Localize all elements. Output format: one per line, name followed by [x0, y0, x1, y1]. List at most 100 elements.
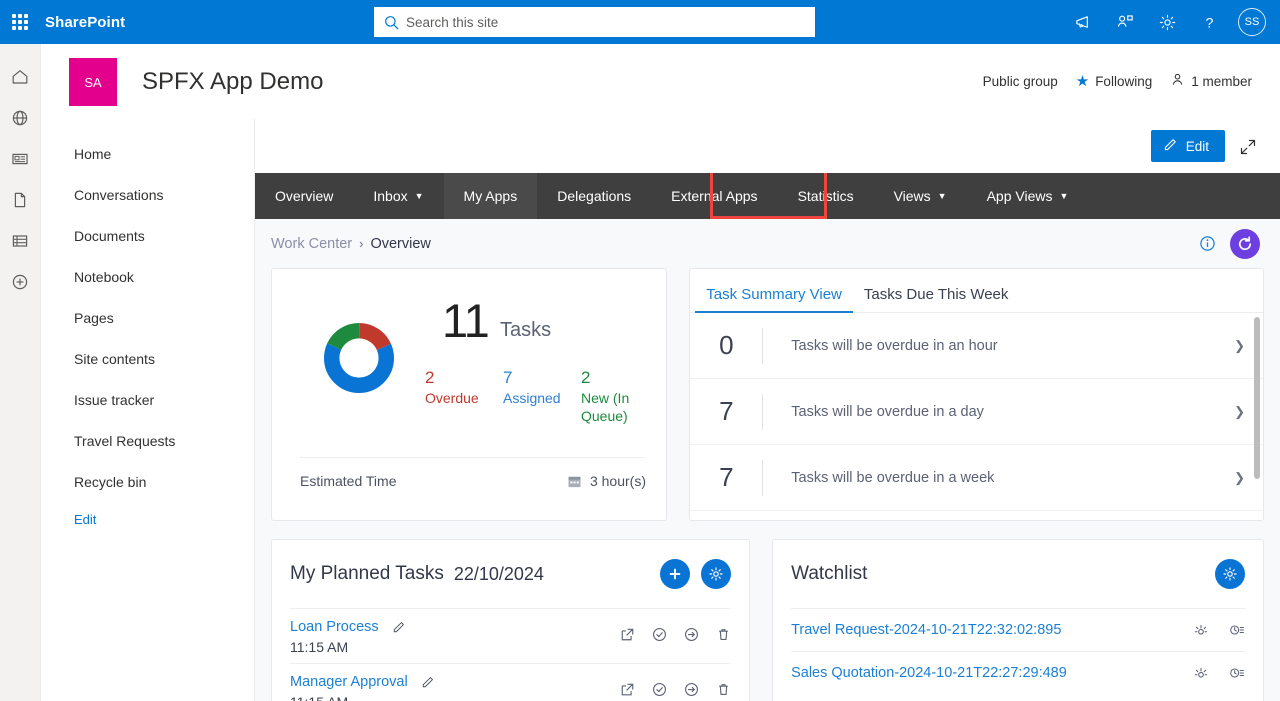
tab-my-apps[interactable]: My Apps — [443, 173, 538, 219]
tab-overview[interactable]: Overview — [255, 173, 353, 219]
history-icon[interactable] — [1229, 622, 1245, 638]
edit-page-label: Edit — [1185, 138, 1209, 154]
tab-my-apps-label: My Apps — [463, 188, 518, 204]
legend-overdue-label: Overdue — [425, 390, 479, 406]
site-header: SA SPFX App Demo Public group ★ Followin… — [41, 44, 1280, 119]
unwatch-icon[interactable] — [1193, 622, 1209, 638]
news-icon[interactable] — [0, 138, 41, 179]
sidebar-item-site-contents[interactable]: Site contents — [41, 338, 254, 379]
search-box[interactable] — [374, 7, 815, 37]
watchlist-row: Sales Quotation-2024-10-21T22:27:29:489 — [791, 651, 1245, 694]
megaphone-icon[interactable] — [1064, 0, 1102, 44]
expand-icon[interactable] — [1237, 136, 1259, 158]
forward-task-icon[interactable] — [684, 627, 699, 642]
people-icon[interactable] — [1106, 0, 1144, 44]
edit-pencil-icon[interactable] — [392, 620, 406, 634]
unwatch-icon[interactable] — [1193, 665, 1209, 681]
sharepoint-brand[interactable]: SharePoint — [45, 14, 125, 31]
delete-task-icon[interactable] — [716, 682, 731, 697]
tab-app-views[interactable]: App Views ▼ — [967, 173, 1089, 219]
members-button[interactable]: 1 member — [1170, 72, 1252, 90]
task-due-card: Task Summary View Tasks Due This Week 0 … — [689, 268, 1264, 521]
history-icon[interactable] — [1229, 665, 1245, 681]
add-task-button[interactable] — [660, 559, 691, 589]
tab-views[interactable]: Views ▼ — [874, 173, 967, 219]
task-due-row[interactable]: 7 Tasks will be overdue in a day ❯ — [690, 379, 1263, 445]
sidebar-item-notebook[interactable]: Notebook — [41, 256, 254, 297]
planned-task-time: 11:15 AM — [290, 694, 620, 701]
tab-task-summary-view[interactable]: Task Summary View — [695, 286, 853, 313]
task-due-count: 0 — [719, 330, 734, 360]
app-tab-bar: Overview Inbox ▼ My Apps Delegations Ext… — [255, 173, 1280, 219]
planned-tasks-settings-button[interactable] — [701, 559, 732, 589]
sidebar-item-recycle-bin[interactable]: Recycle bin — [41, 461, 254, 502]
document-icon[interactable] — [0, 179, 41, 220]
sidebar-item-documents[interactable]: Documents — [41, 215, 254, 256]
legend-overdue-value: 2 — [425, 368, 435, 387]
breadcrumb-root[interactable]: Work Center — [271, 236, 352, 252]
list-icon[interactable] — [0, 220, 41, 261]
chevron-right-icon[interactable]: ❯ — [1234, 470, 1245, 486]
suite-actions: ? SS — [1064, 0, 1272, 44]
following-button[interactable]: ★ Following — [1076, 72, 1152, 90]
legend-assigned[interactable]: 7 Assigned — [503, 367, 581, 425]
scrollbar-thumb[interactable] — [1254, 317, 1260, 479]
planned-task-name[interactable]: Manager Approval — [290, 674, 408, 690]
complete-task-icon[interactable] — [652, 682, 667, 697]
estimated-time-row: Estimated Time 3 hour(s) — [300, 473, 646, 489]
plus-circle-icon[interactable] — [0, 261, 41, 302]
delete-task-icon[interactable] — [716, 627, 731, 642]
sidebar-item-conversations[interactable]: Conversations — [41, 174, 254, 215]
complete-task-icon[interactable] — [652, 627, 667, 642]
chevron-right-icon[interactable]: ❯ — [1234, 338, 1245, 354]
tab-statistics[interactable]: Statistics — [778, 173, 874, 219]
gear-icon[interactable] — [1148, 0, 1186, 44]
task-status-legend: 2 Overdue 7 Assigned 2 New (In Queue) — [425, 367, 660, 425]
search-input[interactable] — [406, 14, 805, 30]
sidebar-item-travel-requests[interactable]: Travel Requests — [41, 420, 254, 461]
planned-task-row: Loan Process 11:15 AM — [290, 608, 732, 663]
breadcrumb-current: Overview — [370, 235, 431, 252]
planned-task-name[interactable]: Loan Process — [290, 619, 379, 635]
tab-inbox[interactable]: Inbox ▼ — [353, 173, 443, 219]
site-navigation: Home Conversations Documents Notebook Pa… — [41, 119, 255, 701]
tab-tasks-due-this-week[interactable]: Tasks Due This Week — [853, 286, 1020, 312]
star-icon: ★ — [1075, 73, 1090, 90]
refresh-button[interactable] — [1230, 228, 1260, 259]
app-launcher-icon[interactable] — [0, 0, 40, 44]
task-due-tabs: Task Summary View Tasks Due This Week — [690, 269, 1263, 313]
watchlist-settings-button[interactable] — [1215, 559, 1245, 589]
pencil-icon — [1163, 137, 1178, 155]
tab-external-apps[interactable]: External Apps — [651, 173, 777, 219]
edit-pencil-icon[interactable] — [421, 675, 435, 689]
svg-text:?: ? — [1205, 15, 1213, 31]
task-due-row[interactable]: 0 Tasks will be overdue in an hour ❯ — [690, 313, 1263, 379]
legend-overdue[interactable]: 2 Overdue — [425, 367, 503, 425]
following-label: Following — [1095, 73, 1153, 89]
edit-page-button[interactable]: Edit — [1150, 130, 1225, 162]
forward-task-icon[interactable] — [684, 682, 699, 697]
watchlist-item-name[interactable]: Sales Quotation-2024-10-21T22:27:29:489 — [791, 665, 1193, 681]
breadcrumb: Work Center › Overview — [255, 219, 1280, 268]
tab-delegations[interactable]: Delegations — [537, 173, 651, 219]
privacy-label: Public group — [982, 73, 1058, 89]
globe-icon[interactable] — [0, 97, 41, 138]
open-external-icon[interactable] — [620, 682, 635, 697]
legend-assigned-value: 7 — [503, 368, 513, 387]
help-icon[interactable]: ? — [1190, 0, 1228, 44]
watchlist-row-actions — [1193, 622, 1245, 638]
estimated-time-label: Estimated Time — [300, 473, 397, 489]
open-external-icon[interactable] — [620, 627, 635, 642]
chevron-right-icon[interactable]: ❯ — [1234, 404, 1245, 420]
sidebar-edit-link[interactable]: Edit — [41, 512, 254, 527]
legend-new-in-queue[interactable]: 2 New (In Queue) — [581, 367, 659, 425]
legend-assigned-label: Assigned — [503, 390, 561, 406]
info-icon[interactable] — [1199, 235, 1216, 252]
avatar[interactable]: SS — [1238, 8, 1266, 36]
sidebar-item-home[interactable]: Home — [41, 133, 254, 174]
watchlist-item-name[interactable]: Travel Request-2024-10-21T22:32:02:895 — [791, 622, 1193, 638]
sidebar-item-pages[interactable]: Pages — [41, 297, 254, 338]
home-icon[interactable] — [0, 56, 41, 97]
task-due-row[interactable]: 7 Tasks will be overdue in a week ❯ — [690, 445, 1263, 511]
sidebar-item-issue-tracker[interactable]: Issue tracker — [41, 379, 254, 420]
